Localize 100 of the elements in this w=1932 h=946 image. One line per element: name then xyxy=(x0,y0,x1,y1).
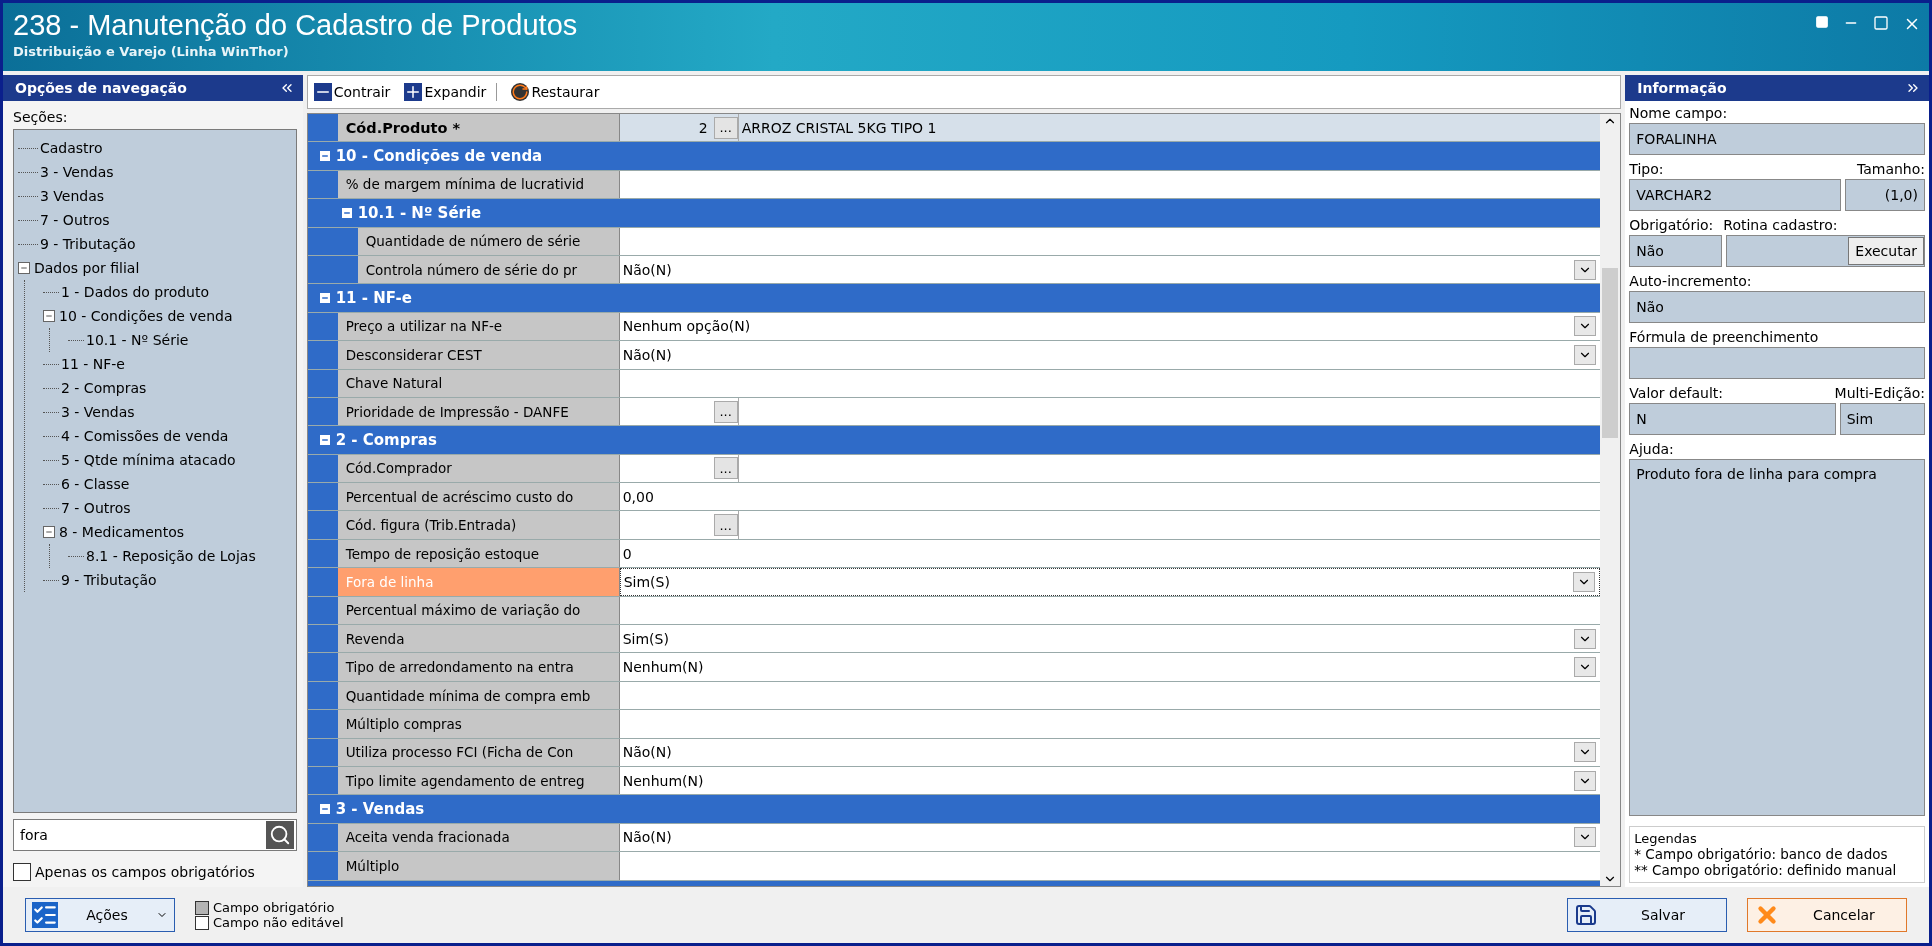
field-label[interactable]: Controla número de série do pr xyxy=(357,255,620,284)
collapse-toggle-icon[interactable] xyxy=(319,293,330,304)
field-label[interactable]: Quantidade de número de série xyxy=(357,227,620,255)
info-field: Não xyxy=(1629,235,1723,267)
info-field: FORALINHA xyxy=(1629,123,1925,155)
tree-item[interactable]: 9 - Tributação xyxy=(61,572,157,588)
field-label[interactable]: Percentual de acréscimo custo do xyxy=(337,483,620,511)
tree-item[interactable]: 7 - Outros xyxy=(61,500,131,516)
field-label[interactable]: Tipo limite agendamento de entreg xyxy=(337,767,620,795)
collapse-toggle-icon[interactable] xyxy=(319,804,330,815)
input-field[interactable] xyxy=(619,710,1601,738)
plus-icon xyxy=(404,83,423,101)
scrollbar-thumb[interactable] xyxy=(1602,268,1619,438)
dropdown-button[interactable] xyxy=(1574,742,1597,763)
maximize-icon[interactable] xyxy=(1873,15,1889,31)
tree-item[interactable]: 3 - Vendas xyxy=(40,164,114,180)
dropdown-button[interactable] xyxy=(1573,571,1596,592)
field-label[interactable]: Aceita venda fracionada xyxy=(337,823,620,852)
toolbar-button[interactable]: Contrair xyxy=(313,83,391,101)
tree-item[interactable]: 10 - Condições de venda xyxy=(59,308,233,324)
execute-button[interactable]: Executar xyxy=(1848,237,1924,265)
input-field[interactable]: 0,00 xyxy=(619,483,1601,511)
field-label[interactable]: Preço a utilizar na NF-e xyxy=(337,312,620,341)
field-label[interactable]: Utiliza processo FCI (Ficha de Con xyxy=(337,738,620,766)
collapse-toggle-icon[interactable] xyxy=(319,435,330,445)
collapse-toggle-icon[interactable] xyxy=(319,151,330,162)
tree-item[interactable]: 8.1 - Reposição de Lojas xyxy=(86,548,256,564)
dropdown-button[interactable] xyxy=(1574,657,1597,678)
field-label[interactable]: Cód.Comprador xyxy=(337,454,620,483)
collapse-toggle-icon[interactable] xyxy=(43,310,55,322)
tree-item[interactable]: 3 Vendas xyxy=(40,188,105,204)
field-label[interactable]: Tempo de reposição estoque xyxy=(337,539,620,568)
input-field[interactable] xyxy=(619,227,1601,255)
tree-item[interactable]: 5 - Qtde mínima atacado xyxy=(61,452,236,468)
field-label[interactable]: Cód. figura (Trib.Entrada) xyxy=(337,511,620,539)
search-icon[interactable] xyxy=(265,821,294,849)
field-value: 2 xyxy=(698,119,708,136)
field-label[interactable]: Tipo de arredondamento na entra xyxy=(337,653,620,681)
field-label[interactable]: Quantidade mínima de compra emb xyxy=(337,681,620,710)
dropdown-button[interactable] xyxy=(1574,827,1597,848)
toolbar-button[interactable]: Expandir xyxy=(404,83,498,101)
field-label: Auto-incremento: xyxy=(1629,273,1753,289)
dropdown-button[interactable] xyxy=(1574,344,1597,365)
dropdown-button[interactable] xyxy=(1574,770,1597,791)
tree-item[interactable]: Dados por filial xyxy=(34,260,140,276)
field-label[interactable]: Prioridade de Impressão - DANFE xyxy=(337,397,620,426)
input-field[interactable] xyxy=(619,681,1601,710)
lookup-button[interactable]: ... xyxy=(713,514,738,537)
tree-item[interactable]: 6 - Classe xyxy=(61,476,130,492)
dropdown-button[interactable] xyxy=(1574,628,1597,649)
tree-item[interactable]: 3 - Vendas xyxy=(61,404,135,420)
info-field: Sim xyxy=(1839,403,1925,435)
section-header[interactable]: 10.1 - Nº Série xyxy=(337,199,1601,227)
section-header[interactable]: 11 - NF-e xyxy=(315,284,1601,312)
dropdown-button[interactable] xyxy=(1574,316,1597,337)
input-field[interactable] xyxy=(619,596,1601,625)
field-label[interactable]: Chave Natural xyxy=(337,369,620,397)
tree-item[interactable]: 8 - Medicamentos xyxy=(59,524,185,540)
field-label[interactable]: Múltiplo compras xyxy=(337,710,620,738)
search-field[interactable]: fora xyxy=(13,819,297,851)
tree-item[interactable]: 4 - Comissões de venda xyxy=(61,428,229,444)
field-label[interactable]: Desconsiderar CEST xyxy=(337,341,620,369)
lookup-button[interactable]: ... xyxy=(713,457,738,480)
field-label[interactable]: % de margem mínima de lucrativid xyxy=(337,170,620,199)
checkbox[interactable] xyxy=(13,863,31,881)
tree-item[interactable]: 2 - Compras xyxy=(61,380,147,396)
tree-item[interactable]: Cadastro xyxy=(40,140,103,156)
tree-item[interactable]: 1 - Dados do produto xyxy=(61,284,210,300)
minus-icon xyxy=(313,83,332,101)
lookup-button[interactable]: ... xyxy=(713,400,738,423)
circular-arrow-icon xyxy=(511,83,530,101)
input-field[interactable] xyxy=(619,369,1601,397)
toolbar-button[interactable]: Restaurar xyxy=(511,83,600,101)
field-label[interactable]: Percentual máximo de variação do xyxy=(337,596,620,625)
cancel-button[interactable]: Cancelar xyxy=(1747,898,1907,932)
tree-item[interactable]: 11 - NF-e xyxy=(61,356,125,372)
field-label: Valor default: xyxy=(1629,385,1724,401)
lookup-button[interactable]: ... xyxy=(713,116,738,139)
legend-title: Legendas xyxy=(1634,831,1698,846)
collapse-toggle-icon[interactable] xyxy=(43,526,55,538)
section-header[interactable]: 10 - Condições de venda xyxy=(315,142,1601,170)
input-field[interactable]: 0 xyxy=(619,539,1601,568)
section-header[interactable]: 2 - Compras xyxy=(315,426,1601,454)
tree-item[interactable]: 7 - Outros xyxy=(40,212,110,228)
input-field[interactable] xyxy=(619,170,1601,199)
field-label: Cód.Produto * xyxy=(337,114,620,142)
save-button[interactable]: Salvar xyxy=(1567,898,1727,932)
collapse-toggle-icon[interactable] xyxy=(341,207,352,218)
restore-icon[interactable] xyxy=(1815,15,1829,29)
field-label[interactable]: Revenda xyxy=(337,625,620,653)
scrollbar[interactable] xyxy=(1600,114,1621,886)
input-field[interactable] xyxy=(619,852,1601,880)
legend-text: ** Campo obrigatório: definido manual xyxy=(1634,862,1898,878)
dropdown-button[interactable] xyxy=(1574,259,1597,280)
collapse-toggle-icon[interactable] xyxy=(18,262,30,274)
tree-item[interactable]: 9 - Tributação xyxy=(40,236,136,252)
section-header[interactable]: 3 - Vendas xyxy=(315,795,1601,823)
tree-item[interactable]: 10.1 - Nº Série xyxy=(86,332,189,348)
actions-button[interactable]: Ações xyxy=(25,898,175,932)
field-label[interactable]: Múltiplo xyxy=(337,852,620,880)
